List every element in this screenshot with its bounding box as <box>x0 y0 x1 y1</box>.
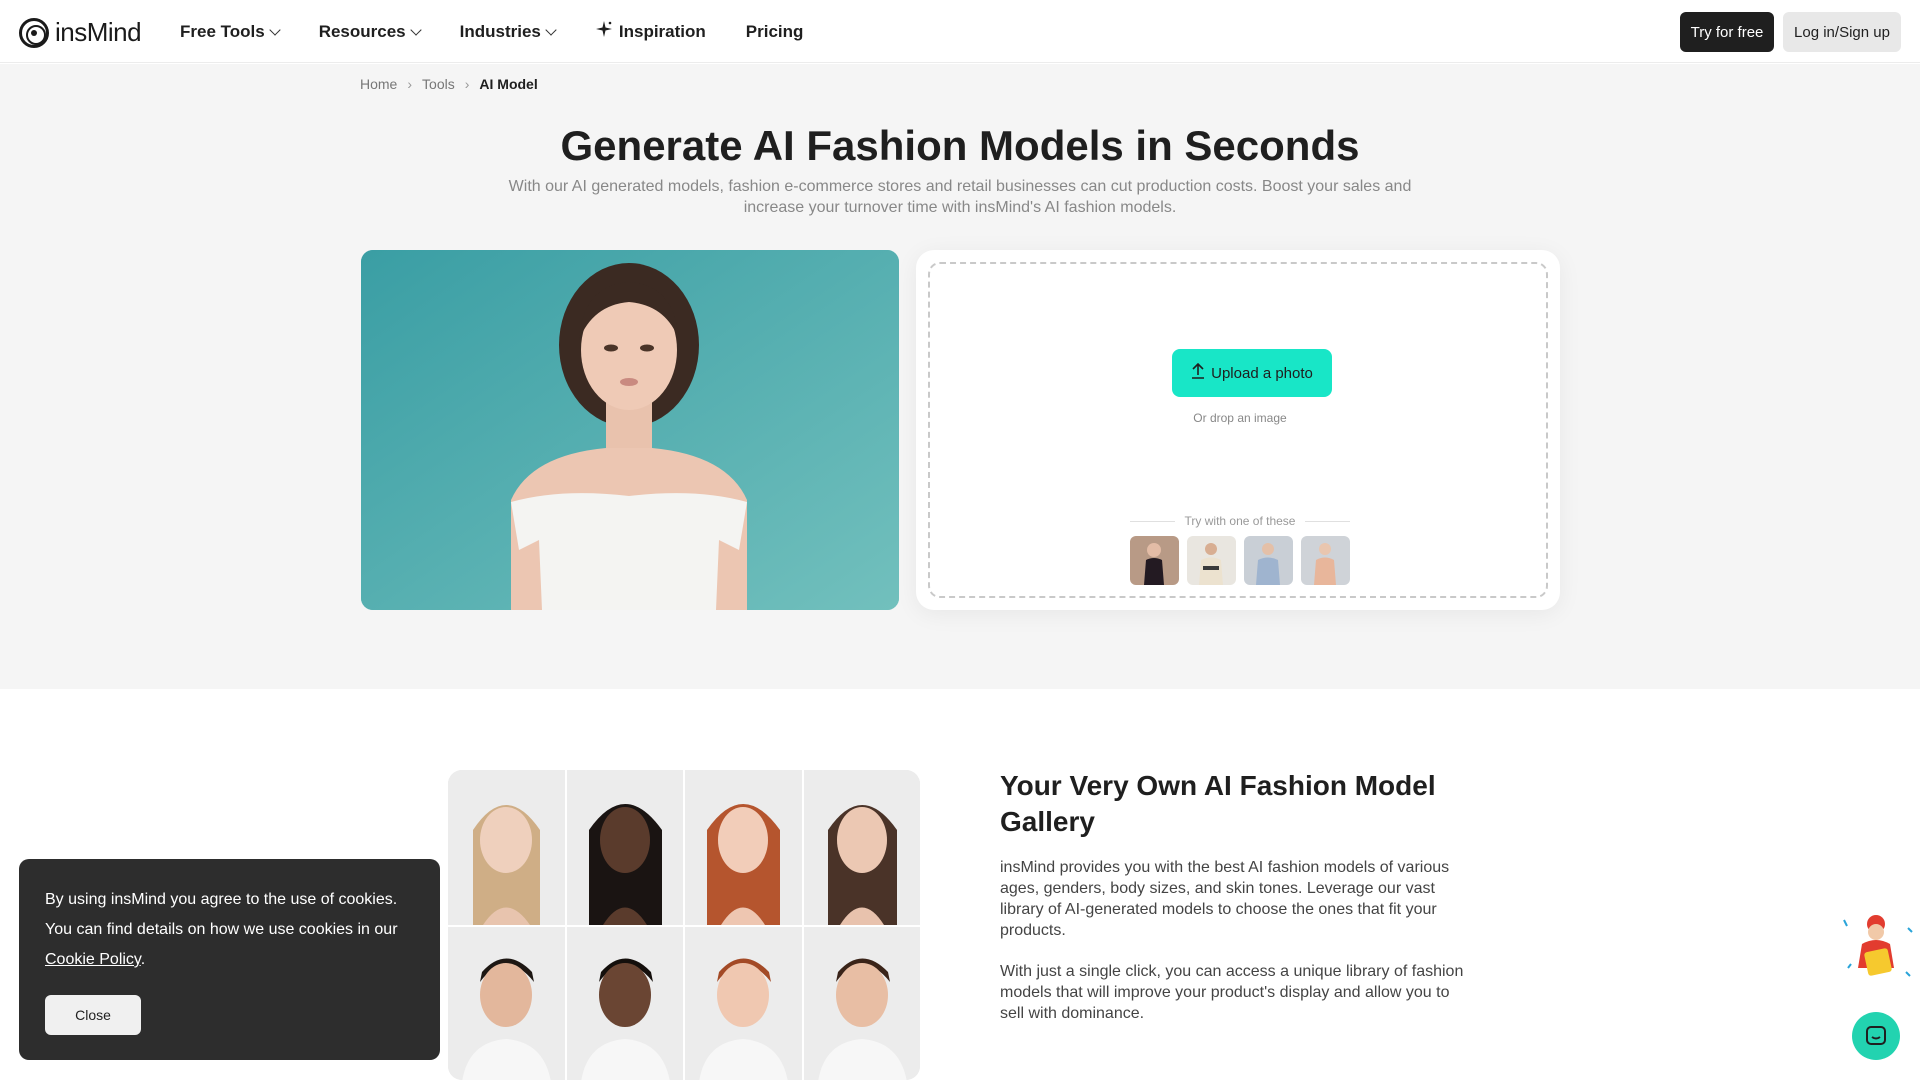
drop-zone[interactable]: Upload a photo Or drop an image Try with… <box>928 262 1548 598</box>
sample-image-3[interactable] <box>1244 536 1293 585</box>
brand-name: insMind <box>55 17 142 47</box>
gallery-model-1 <box>448 770 565 925</box>
model-gallery <box>448 770 920 1080</box>
cookie-text-body: By using insMind you agree to the use of… <box>45 891 398 938</box>
chat-icon <box>1866 1026 1886 1045</box>
gallery-model-8 <box>803 927 920 1080</box>
sample-image-4[interactable] <box>1301 536 1350 585</box>
gallery-model-4 <box>803 770 920 925</box>
brand-logo[interactable]: insMind <box>19 17 142 48</box>
sparkle-icon <box>595 20 613 43</box>
breadcrumb-tools[interactable]: Tools <box>422 76 455 92</box>
promo-badge[interactable] <box>1836 908 1916 988</box>
gallery-title: Your Very Own AI Fashion Model Gallery <box>1000 770 1436 837</box>
nav-resources[interactable]: Resources <box>318 21 422 42</box>
main-nav: Free Tools Resources Industries Inspirat… <box>180 0 803 63</box>
page-title: Generate AI Fashion Models in Seconds <box>560 122 1360 169</box>
nav-label: Resources <box>318 21 406 41</box>
breadcrumb-current: AI Model <box>479 76 538 92</box>
sample-images <box>1130 536 1350 585</box>
chevron-right-icon: › <box>464 76 470 92</box>
gallery-model-2 <box>566 770 683 925</box>
try-samples-label: Try with one of these <box>1130 514 1351 528</box>
chevron-down-icon <box>409 23 422 36</box>
gallery-paragraph-2: With just a single click, you can access… <box>1000 963 1464 1022</box>
login-signup-button[interactable]: Log in/Sign up <box>1783 12 1901 52</box>
drop-hint: Or drop an image <box>1193 411 1287 425</box>
upload-photo-button[interactable]: Upload a photo <box>1172 349 1332 397</box>
nav-label: Pricing <box>745 21 804 41</box>
upload-label: Upload a photo <box>1211 364 1313 382</box>
sample-image-1[interactable] <box>1130 536 1179 585</box>
chevron-right-icon: › <box>407 76 413 92</box>
hero-model-image <box>361 250 899 610</box>
cookie-policy-link[interactable]: Cookie Policy <box>45 951 141 968</box>
nav-label: Free Tools <box>180 21 265 41</box>
upload-icon <box>1191 362 1205 384</box>
gallery-model-3 <box>685 770 802 925</box>
nav-label: Industries <box>459 21 541 41</box>
divider <box>1305 520 1351 522</box>
divider <box>1130 520 1175 522</box>
nav-label: Inspiration <box>618 21 706 41</box>
gallery-model-6 <box>566 927 683 1080</box>
hero-section: Home › Tools › AI Model Generate AI Fash… <box>0 64 1920 689</box>
top-header: insMind Free Tools Resources Industries … <box>0 0 1920 63</box>
upload-card: Upload a photo Or drop an image Try with… <box>916 250 1560 610</box>
breadcrumb: Home › Tools › AI Model <box>360 76 538 92</box>
cookie-text: By using insMind you agree to the use of… <box>45 885 414 975</box>
cookie-banner: By using insMind you agree to the use of… <box>19 859 440 1060</box>
chevron-down-icon <box>545 23 557 36</box>
sample-image-2[interactable] <box>1187 536 1236 585</box>
cookie-text-end: . <box>140 951 146 968</box>
nav-industries[interactable]: Industries <box>459 21 557 42</box>
nav-inspiration[interactable]: Inspiration <box>595 20 706 43</box>
chevron-down-icon <box>269 23 281 36</box>
nav-free-tools[interactable]: Free Tools <box>180 21 281 42</box>
try-text: Try with one of these <box>1184 514 1296 528</box>
cookie-close-button[interactable]: Close <box>45 995 141 1035</box>
nav-pricing[interactable]: Pricing <box>746 22 804 42</box>
try-for-free-button[interactable]: Try for free <box>1680 12 1774 52</box>
gallery-paragraph-1: insMind provides you with the best AI fa… <box>1000 859 1450 939</box>
breadcrumb-home[interactable]: Home <box>360 76 397 92</box>
gallery-model-5 <box>448 927 565 1080</box>
logo-icon <box>19 17 49 48</box>
page-subtitle: With our AI generated models, fashion e-… <box>508 178 1412 216</box>
chat-button[interactable] <box>1852 1012 1900 1060</box>
gallery-model-7 <box>685 927 802 1080</box>
